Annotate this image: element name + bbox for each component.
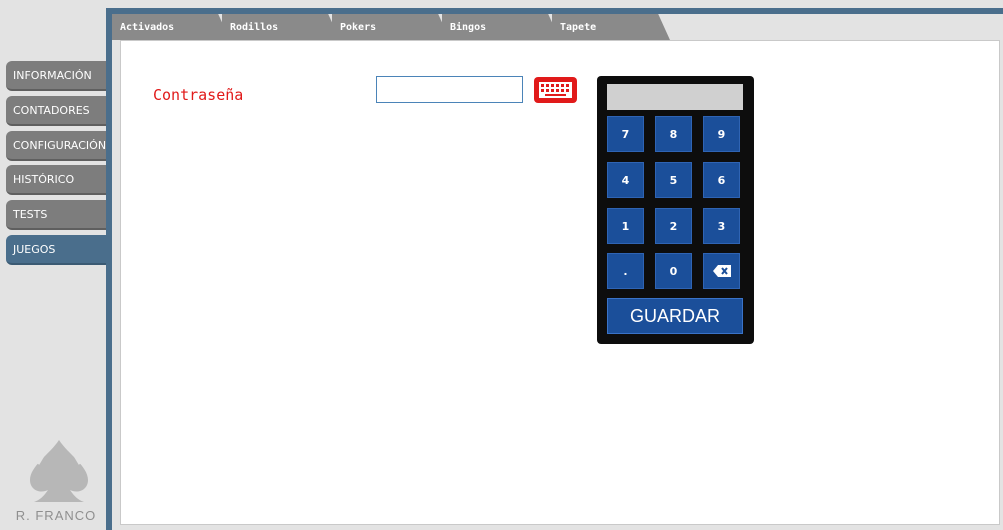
- sidebar-item-tests[interactable]: TESTS: [6, 200, 106, 230]
- key-4[interactable]: 4: [607, 162, 644, 198]
- tab-activados[interactable]: Activados: [112, 14, 230, 40]
- brand-name: R. FRANCO: [15, 508, 97, 523]
- numpad-display: [607, 84, 743, 110]
- backspace-icon: [712, 265, 731, 277]
- key-2[interactable]: 2: [655, 208, 692, 244]
- backspace-button[interactable]: [703, 253, 740, 289]
- content-panel: [120, 40, 1000, 525]
- tab-label: Rodillos: [230, 21, 279, 33]
- sidebar-item-contadores[interactable]: CONTADORES: [6, 96, 106, 126]
- sidebar-item-informacion[interactable]: INFORMACIÓN: [6, 61, 106, 91]
- key-6[interactable]: 6: [703, 162, 740, 198]
- sidebar-item-juegos[interactable]: JUEGOS: [6, 235, 106, 265]
- tab-bingos[interactable]: Bingos: [442, 14, 560, 40]
- tab-label: Activados: [120, 21, 175, 33]
- sidebar-item-label: CONFIGURACIÓN: [13, 138, 107, 152]
- sidebar-item-historico[interactable]: HISTÓRICO: [6, 165, 106, 195]
- sidebar-item-label: TESTS: [13, 207, 48, 221]
- frame-border-left: [106, 8, 112, 530]
- keyboard-icon[interactable]: [533, 76, 578, 104]
- save-button[interactable]: GUARDAR: [607, 298, 743, 334]
- sidebar: INFORMACIÓN CONTADORES CONFIGURACIÓN HIS…: [0, 0, 108, 530]
- tab-tapete[interactable]: Tapete: [552, 14, 670, 40]
- tab-bar: Activados Rodillos Pokers Bingos Tapete: [112, 14, 1003, 40]
- sidebar-item-configuracion[interactable]: CONFIGURACIÓN: [6, 131, 106, 161]
- key-dot[interactable]: .: [607, 253, 644, 289]
- sidebar-item-label: JUEGOS: [13, 242, 56, 256]
- sidebar-item-label: CONTADORES: [13, 103, 90, 117]
- sidebar-item-label: HISTÓRICO: [13, 172, 75, 186]
- key-8[interactable]: 8: [655, 116, 692, 152]
- key-9[interactable]: 9: [703, 116, 740, 152]
- password-label: Contraseña: [153, 86, 244, 104]
- key-3[interactable]: 3: [703, 208, 740, 244]
- tab-label: Pokers: [340, 21, 377, 33]
- password-input[interactable]: [376, 76, 523, 103]
- tab-label: Tapete: [560, 21, 597, 33]
- key-0[interactable]: 0: [655, 253, 692, 289]
- tab-rodillos[interactable]: Rodillos: [222, 14, 340, 40]
- spade-logo-icon: [30, 440, 88, 502]
- tab-pokers[interactable]: Pokers: [332, 14, 450, 40]
- sidebar-item-label: INFORMACIÓN: [13, 68, 92, 82]
- numpad: 7 8 9 4 5 6 1 2 3 . 0 GUARDAR: [597, 76, 754, 344]
- key-1[interactable]: 1: [607, 208, 644, 244]
- key-5[interactable]: 5: [655, 162, 692, 198]
- key-7[interactable]: 7: [607, 116, 644, 152]
- tab-label: Bingos: [450, 21, 487, 33]
